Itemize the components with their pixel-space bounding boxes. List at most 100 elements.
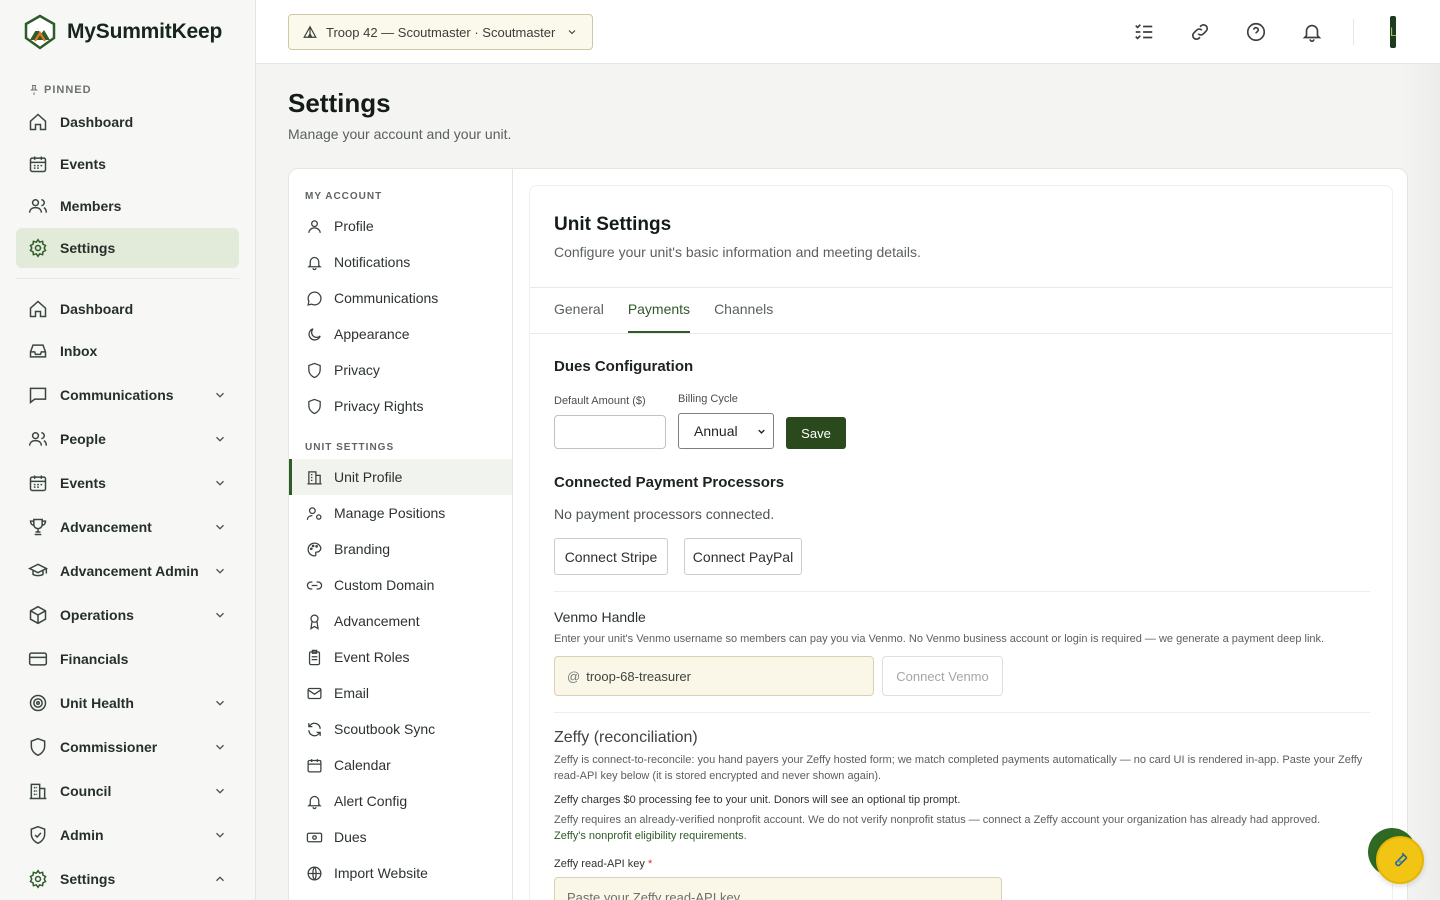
topbar-divider: [1353, 19, 1354, 45]
test-tube-fab-button[interactable]: [1376, 836, 1424, 884]
sidebar-item-advancement-admin[interactable]: Advancement Admin: [16, 549, 239, 593]
settings-nav-manage-positions[interactable]: Manage Positions: [289, 495, 512, 531]
checklist-icon[interactable]: [1133, 21, 1155, 43]
chevron-down-icon[interactable]: [213, 696, 227, 710]
sidebar-item-unit-health[interactable]: Unit Health: [16, 681, 239, 725]
settings-nav-privacy[interactable]: Privacy: [289, 352, 512, 388]
default-amount-input[interactable]: [554, 415, 666, 449]
connect-venmo-button[interactable]: Connect Venmo: [882, 656, 1003, 696]
settings-nav-label: Alert Config: [334, 793, 408, 809]
sidebar-item-people[interactable]: People: [16, 417, 239, 461]
nav-label: Members: [60, 198, 122, 214]
shield-icon: [30, 737, 46, 757]
settings-nav-communications[interactable]: Communications: [289, 280, 512, 316]
sidebar-item-inbox[interactable]: Inbox: [16, 329, 239, 373]
sidebar-item-commissioner[interactable]: Commissioner: [16, 725, 239, 769]
save-button[interactable]: Save: [786, 417, 846, 449]
message-icon: [29, 387, 47, 405]
chevron-up-icon[interactable]: [213, 872, 227, 886]
chevron-down-icon[interactable]: [213, 432, 227, 446]
settings-nav-notifications[interactable]: Notifications: [289, 244, 512, 280]
settings-nav-appearance[interactable]: Appearance: [289, 316, 512, 352]
calendar-icon: [29, 156, 47, 173]
settings-nav-advancement[interactable]: Advancement: [289, 603, 512, 639]
credit-card-icon: [28, 652, 48, 666]
unit-settings-card: Unit Settings Configure your unit's basi…: [529, 185, 1393, 900]
sidebar-item-operations[interactable]: Operations: [16, 593, 239, 637]
tab-channels[interactable]: Channels: [714, 288, 773, 333]
nav-label: Events: [60, 156, 106, 172]
nav-label: Settings: [60, 871, 116, 887]
tab-general[interactable]: General: [554, 288, 604, 333]
brand[interactable]: MySummitKeep: [0, 0, 255, 64]
chevron-down-icon[interactable]: [213, 520, 227, 534]
required-mark: *: [647, 858, 653, 870]
nav-label: Operations: [60, 607, 134, 623]
venmo-help: Enter your unit's Venmo username so memb…: [554, 633, 1325, 645]
pinned-item-dashboard[interactable]: Dashboard: [16, 102, 239, 142]
settings-nav-alert-config[interactable]: Alert Config: [289, 783, 512, 819]
settings-nav-dues[interactable]: Dues: [289, 819, 512, 855]
chevron-down-icon[interactable]: [213, 564, 227, 578]
mountain-logo-icon: [24, 14, 56, 50]
zeffy-eligibility-link[interactable]: Zeffy's nonprofit eligibility requiremen…: [554, 830, 744, 842]
chevron-down-icon[interactable]: [213, 608, 227, 622]
settings-nav-custom-domain[interactable]: Custom Domain: [289, 567, 512, 603]
sidebar-item-events[interactable]: Events: [16, 461, 239, 505]
settings-nav-label: Advancement: [334, 613, 420, 629]
moon-icon: [308, 327, 321, 341]
settings-nav-label: Privacy: [334, 362, 380, 378]
help-icon[interactable]: [1245, 21, 1267, 43]
nav-label: Dashboard: [60, 114, 134, 130]
sidebar-item-financials[interactable]: Financials: [16, 637, 239, 681]
connect-stripe-button[interactable]: Connect Stripe: [554, 538, 668, 575]
pinned-label-text: PINNED: [44, 84, 92, 96]
settings-nav-label: Event Roles: [334, 649, 410, 665]
settings-nav-label: Unit Profile: [334, 469, 403, 485]
sidebar-item-communications[interactable]: Communications: [16, 373, 239, 417]
settings-nav-branding[interactable]: Branding: [289, 531, 512, 567]
sidebar-item-settings[interactable]: Settings: [16, 857, 239, 900]
settings-nav-scoutbook-sync[interactable]: Scoutbook Sync: [289, 711, 512, 747]
shield-icon: [308, 398, 321, 414]
box-icon: [29, 605, 47, 625]
link-icon[interactable]: [1189, 21, 1211, 43]
pinned-item-members[interactable]: Members: [16, 186, 239, 226]
tent-icon: [303, 25, 317, 38]
settings-nav-profile[interactable]: Profile: [289, 208, 512, 244]
chevron-down-icon[interactable]: [213, 476, 227, 490]
bell-icon[interactable]: [1301, 21, 1323, 43]
unit-selector[interactable]: Troop 42 — Scoutmaster · Scoutmaster: [288, 14, 593, 50]
nav-label: Admin: [60, 827, 104, 843]
sidebar-item-dashboard[interactable]: Dashboard: [16, 289, 239, 329]
settings-nav-event-roles[interactable]: Event Roles: [289, 639, 512, 675]
venmo-handle-input[interactable]: @ troop-68-treasurer: [554, 656, 874, 696]
pin-icon: [30, 85, 38, 95]
settings-nav-calendar[interactable]: Calendar: [289, 747, 512, 783]
sidebar-item-advancement[interactable]: Advancement: [16, 505, 239, 549]
globe-icon: [307, 865, 322, 881]
avatar[interactable]: L: [1390, 16, 1396, 48]
settings-nav-import-website[interactable]: Import Website: [289, 855, 512, 891]
chevron-down-icon[interactable]: [213, 828, 227, 842]
chevron-down-icon[interactable]: [213, 388, 227, 402]
users-icon: [28, 432, 48, 446]
billing-cycle-select[interactable]: Annual: [678, 413, 774, 449]
nav-label: Unit Health: [60, 695, 134, 711]
pinned-item-events[interactable]: Events: [16, 144, 239, 184]
settings-nav-privacy-rights[interactable]: Privacy Rights: [289, 388, 512, 424]
billing-cycle-label: Billing Cycle: [678, 393, 738, 405]
sidebar-item-admin[interactable]: Admin: [16, 813, 239, 857]
tab-payments[interactable]: Payments: [627, 288, 691, 333]
pinned-item-settings[interactable]: Settings: [16, 228, 239, 268]
zeffy-api-key-input[interactable]: Paste your Zeffy read-API key: [554, 877, 1002, 900]
nav-label: Events: [60, 475, 106, 491]
chevron-down-icon[interactable]: [213, 784, 227, 798]
settings-nav-email[interactable]: Email: [289, 675, 512, 711]
chevron-down-icon[interactable]: [213, 740, 227, 754]
settings-nav-unit-profile[interactable]: Unit Profile: [289, 459, 512, 495]
user-icon: [308, 219, 321, 233]
sidebar-item-council[interactable]: Council: [16, 769, 239, 813]
connect-paypal-button[interactable]: Connect PayPal: [684, 538, 802, 575]
calendar-icon: [307, 758, 322, 773]
